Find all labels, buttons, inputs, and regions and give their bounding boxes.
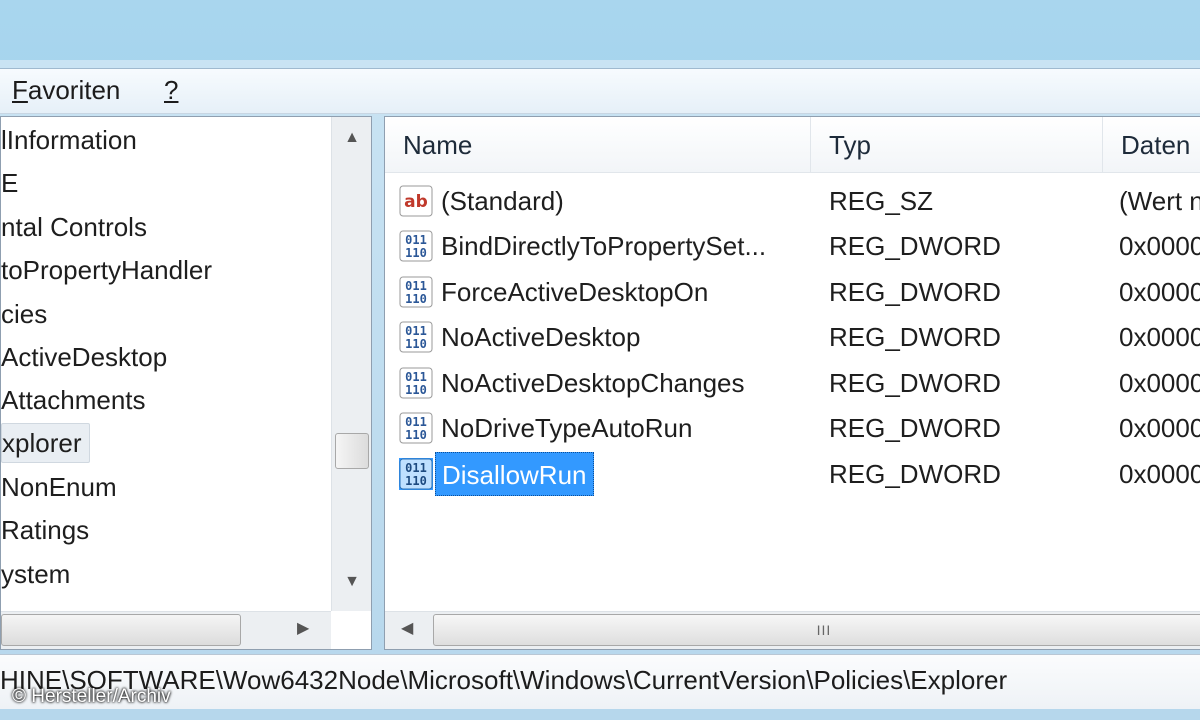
tree-item[interactable]: E [1,164,18,202]
menu-favorites-label: avoriten [27,75,121,105]
tree-item[interactable]: ntal Controls [1,208,147,246]
image-credit: © Hersteller/Archiv [12,686,171,707]
binary-value-icon: 011 110 [399,230,433,262]
scroll-left-arrow-icon[interactable]: ◀ [401,618,413,638]
tree-horizontal-scrollbar[interactable]: ▶ [1,611,331,649]
value-name: (Standard) [441,186,564,216]
value-data: 0x0000 [1119,368,1200,398]
list-row[interactable]: 011 110 ForceActiveDesktopOn REG_DWORD 0… [385,270,1200,314]
svg-text:011: 011 [405,233,427,247]
tree-vertical-scroll-thumb[interactable] [335,433,369,469]
value-data: 0x0000 [1119,459,1200,489]
menu-help[interactable]: ? [164,75,178,106]
value-name: BindDirectlyToPropertySet... [441,231,767,261]
binary-value-icon: 011 110 [399,321,433,353]
column-header-name[interactable]: Name [385,117,811,173]
menu-favorites-accesskey: F [12,75,28,105]
value-data: 0x0000 [1119,322,1200,352]
value-type: REG_DWORD [829,459,1001,489]
tree-vertical-scrollbar[interactable]: ▲ ▼ [331,117,371,611]
list-row-selected[interactable]: 011 110 DisallowRun REG_DWORD 0x0000 [385,452,1200,496]
screen: Favoriten ? lInformation E ntal Controls… [0,0,1200,720]
tree-item[interactable]: ystem [1,555,70,593]
menu-favorites[interactable]: Favoriten [12,75,120,106]
key-tree-pane: lInformation E ntal Controls toPropertyH… [0,116,372,650]
scroll-down-arrow-icon[interactable]: ▼ [332,573,371,591]
value-type: REG_DWORD [829,231,1001,261]
tree-item[interactable]: NonEnum [1,468,117,506]
svg-text:011: 011 [405,279,427,293]
value-data: 0x0000 [1119,413,1200,443]
menu-bar: Favoriten ? [0,68,1200,114]
value-type: REG_DWORD [829,277,1001,307]
binary-value-icon: 011 110 [399,367,433,399]
tree-item-selected[interactable]: xplorer [1,423,91,463]
svg-text:110: 110 [405,292,427,306]
svg-text:110: 110 [405,383,427,397]
value-type: REG_DWORD [829,322,1001,352]
list-horizontal-scroll-thumb[interactable]: III [433,614,1200,646]
tree-item[interactable]: cies [1,295,47,333]
svg-text:110: 110 [405,474,427,488]
status-bar: HINE\SOFTWARE\Wow6432Node\Microsoft\Wind… [0,654,1200,709]
value-type: REG_SZ [829,186,934,216]
tree-item[interactable]: ActiveDesktop [1,338,167,376]
list-row[interactable]: 011 110 NoActiveDesktop REG_DWORD 0x0000 [385,315,1200,359]
binary-value-icon: 011 110 [399,458,433,490]
value-name: NoActiveDesktop [441,322,641,352]
value-data: (Wert n [1119,186,1200,216]
svg-text:011: 011 [405,370,427,384]
tree-item[interactable]: lInformation [1,121,137,159]
value-name: NoActiveDesktopChanges [441,368,745,398]
column-header-type[interactable]: Typ [811,117,1103,173]
list-row[interactable]: 011 110 NoActiveDesktopChanges REG_DWORD… [385,361,1200,405]
binary-value-icon: 011 110 [399,276,433,308]
values-list-pane: Name Typ Daten ab (Standard) REG_SZ (Wer… [384,116,1200,650]
value-name: NoDriveTypeAutoRun [441,413,693,443]
scroll-right-arrow-icon[interactable]: ▶ [297,618,309,638]
svg-text:011: 011 [405,461,427,475]
value-data: 0x0000 [1119,277,1200,307]
tree-item[interactable]: toPropertyHandler [1,251,212,289]
svg-text:011: 011 [405,415,427,429]
svg-text:110: 110 [405,337,427,351]
string-value-icon: ab [399,185,433,217]
svg-text:011: 011 [405,324,427,338]
tree-horizontal-scroll-thumb[interactable] [1,614,241,646]
list-row[interactable]: 011 110 BindDirectlyToPropertySet... REG… [385,224,1200,268]
svg-text:ab: ab [404,192,428,212]
binary-value-icon: 011 110 [399,412,433,444]
menu-help-label: ? [164,75,179,105]
value-type: REG_DWORD [829,368,1001,398]
value-name: DisallowRun [435,452,594,496]
tree-item[interactable]: Ratings [1,511,89,549]
tree-item[interactable]: Attachments [1,381,146,419]
list-row[interactable]: 011 110 NoDriveTypeAutoRun REG_DWORD 0x0… [385,406,1200,450]
value-data: 0x0000 [1119,231,1200,261]
list-horizontal-scrollbar[interactable]: ◀ III [385,611,1200,649]
column-header-data[interactable]: Daten [1103,117,1200,173]
svg-text:110: 110 [405,428,427,442]
value-name: ForceActiveDesktopOn [441,277,709,307]
scroll-up-arrow-icon[interactable]: ▲ [332,129,371,147]
value-type: REG_DWORD [829,413,1001,443]
svg-text:110: 110 [405,246,427,260]
list-row[interactable]: ab (Standard) REG_SZ (Wert n [385,179,1200,223]
